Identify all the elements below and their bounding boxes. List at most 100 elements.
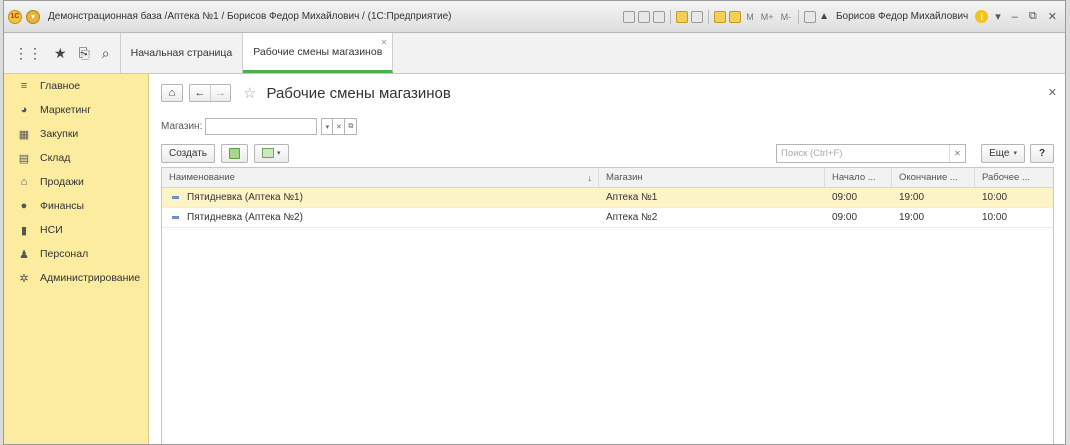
close-tab-icon[interactable]: ✕ [381,38,388,47]
column-header-end[interactable]: Окончание ... [892,168,975,187]
table-header: Наименование ↓ Магазин Начало ... Оконча… [162,168,1053,188]
add-copy-icon [229,147,241,159]
history-nav: ← → [189,84,231,102]
chevron-down-icon[interactable]: ▾ [321,118,334,135]
clear-search-icon[interactable]: ✕ [949,144,965,162]
group-actions-button[interactable]: ▾ [254,143,289,163]
sidebar-item-main[interactable]: ≡ Главное [4,74,148,98]
more-button[interactable]: Еще ▾ [981,143,1025,163]
table-row[interactable]: Пятидневка (Аптека №2) Аптека №2 09:00 1… [162,208,1053,228]
open-icon[interactable]: ⧉ [345,118,358,135]
sidebar-item-nsi[interactable]: ▮ НСИ [4,218,148,242]
title-toolbar: M M+ M- ▲ Борисов Федор Михайлович i ▾ –… [623,9,1061,24]
minimize-icon[interactable]: – [1008,11,1022,23]
chevron-down-icon: ▾ [1013,150,1017,157]
menu-lines-icon: ≡ [20,80,28,92]
cell-work: 10:00 [982,212,1008,223]
forward-arrow-icon[interactable]: → [210,85,230,101]
cell-end: 19:00 [899,212,925,223]
restore-icon[interactable]: ⧉ [1025,10,1041,23]
shop-icon: ⌂ [20,176,28,188]
tab-label: Рабочие смены магазинов [253,45,383,58]
nav-row: ⌂ ← → ☆ Рабочие смены магазинов [161,84,451,102]
close-form-icon[interactable]: ✕ [1048,86,1057,99]
cell-work: 10:00 [982,192,1008,203]
coin-icon: ● [20,200,28,212]
search-input[interactable]: Поиск (Ctrl+F) ✕ [776,143,966,163]
main-panel: ⌂ ← → ☆ Рабочие смены магазинов ✕ Магази… [150,74,1065,444]
column-header-name[interactable]: Наименование ↓ [162,168,599,187]
divider [708,9,710,24]
sidebar-item-finance[interactable]: ● Финансы [4,194,148,218]
window-layout-icon[interactable] [804,10,817,23]
main-menu-icon[interactable]: ▾ [26,9,40,24]
column-header-start[interactable]: Начало ... [825,168,892,187]
sidebar-item-warehouse[interactable]: ▤ Склад [4,146,148,170]
book-icon: ▮ [20,224,28,237]
memory-minus-button[interactable]: M- [779,12,794,22]
window-title: Демонстрационная база /Аптека №1 / Борис… [48,11,452,22]
cell-start: 09:00 [832,192,858,203]
cell-text: Пятидневка (Аптека №1) [187,192,303,203]
pie-chart-icon: ◕ [20,104,28,116]
sidebar-item-administration[interactable]: ✲ Администрирование [4,266,148,290]
cell-store: Аптека №2 [606,212,658,223]
search-icon[interactable]: ⌕ [102,45,110,62]
apps-grid-icon[interactable]: ⋮⋮ [14,45,42,62]
shifts-table: Наименование ↓ Магазин Начало ... Оконча… [161,167,1054,444]
calculator-icon[interactable] [714,10,727,23]
link-icon[interactable] [691,10,704,23]
calendar-icon[interactable] [729,10,742,23]
app-window: 1C ▾ Демонстрационная база /Аптека №1 / … [3,0,1066,445]
user-icon: ▲ [819,11,829,22]
memory-plus-button[interactable]: M+ [759,12,776,22]
history-icon[interactable]: ⎘ [79,45,90,62]
home-button[interactable]: ⌂ [161,84,183,102]
close-window-icon[interactable]: ✕ [1044,10,1061,23]
back-arrow-icon[interactable]: ← [190,85,210,101]
more-label: Еще [989,147,1010,159]
sidebar-item-label: Склад [40,152,71,164]
dropdown-icon[interactable]: ▾ [991,10,1005,23]
sidebar-item-label: Продажи [40,176,84,188]
sidebar-item-purchases[interactable]: ▦ Закупки [4,122,148,146]
cell-end: 19:00 [899,192,925,203]
sidebar-item-label: Администрирование [40,272,141,284]
sidebar-item-label: НСИ [40,224,63,236]
copy-add-button[interactable] [221,143,249,163]
tab-bar: ⋮⋮ ★ ⎘ ⌕ Начальная страница Рабочие смен… [4,33,1065,74]
group-icon [262,148,275,158]
store-filter-input[interactable] [205,118,318,135]
column-header-store[interactable]: Магазин [599,168,825,187]
item-icon [172,196,179,199]
cart-icon: ▦ [18,128,30,141]
preview-icon[interactable] [653,10,666,23]
command-bar: Создать ▾ Поиск (Ctrl+F) ✕ Еще ▾ ? [161,143,1054,163]
sidebar-item-sales[interactable]: ⌂ Продажи [4,170,148,194]
gear-icon: ✲ [19,272,29,285]
print-icon[interactable] [638,10,651,23]
tab-label: Начальная страница [130,47,233,59]
table-row[interactable]: Пятидневка (Аптека №1) Аптека №1 09:00 1… [162,188,1053,208]
favorites-icon[interactable] [676,10,689,23]
sidebar-item-personnel[interactable]: ♟ Персонал [4,242,148,266]
column-label: Наименование [169,172,235,183]
app-logo-icon[interactable]: 1C [8,9,22,24]
sort-arrow-icon: ↓ [587,172,593,183]
sidebar-item-marketing[interactable]: ◕ Маркетинг [4,98,148,122]
chevron-down-icon: ▾ [277,150,281,157]
help-button[interactable]: ? [1030,143,1054,163]
memory-button[interactable]: M [744,12,756,22]
star-icon[interactable]: ★ [54,45,67,62]
column-header-work[interactable]: Рабочее ... [975,168,1053,187]
user-name[interactable]: Борисов Федор Михайлович [836,11,968,22]
divider [670,9,672,24]
favorite-star-icon[interactable]: ☆ [243,84,256,102]
create-button[interactable]: Создать [161,143,216,163]
info-icon[interactable]: i [975,10,989,23]
save-icon[interactable] [623,10,636,23]
tab-home[interactable]: Начальная страница [121,33,244,73]
cell-name: Пятидневка (Аптека №2) [162,208,599,227]
clear-icon[interactable]: ✕ [333,118,346,135]
tab-work-shifts[interactable]: Рабочие смены магазинов ✕ [243,33,394,73]
